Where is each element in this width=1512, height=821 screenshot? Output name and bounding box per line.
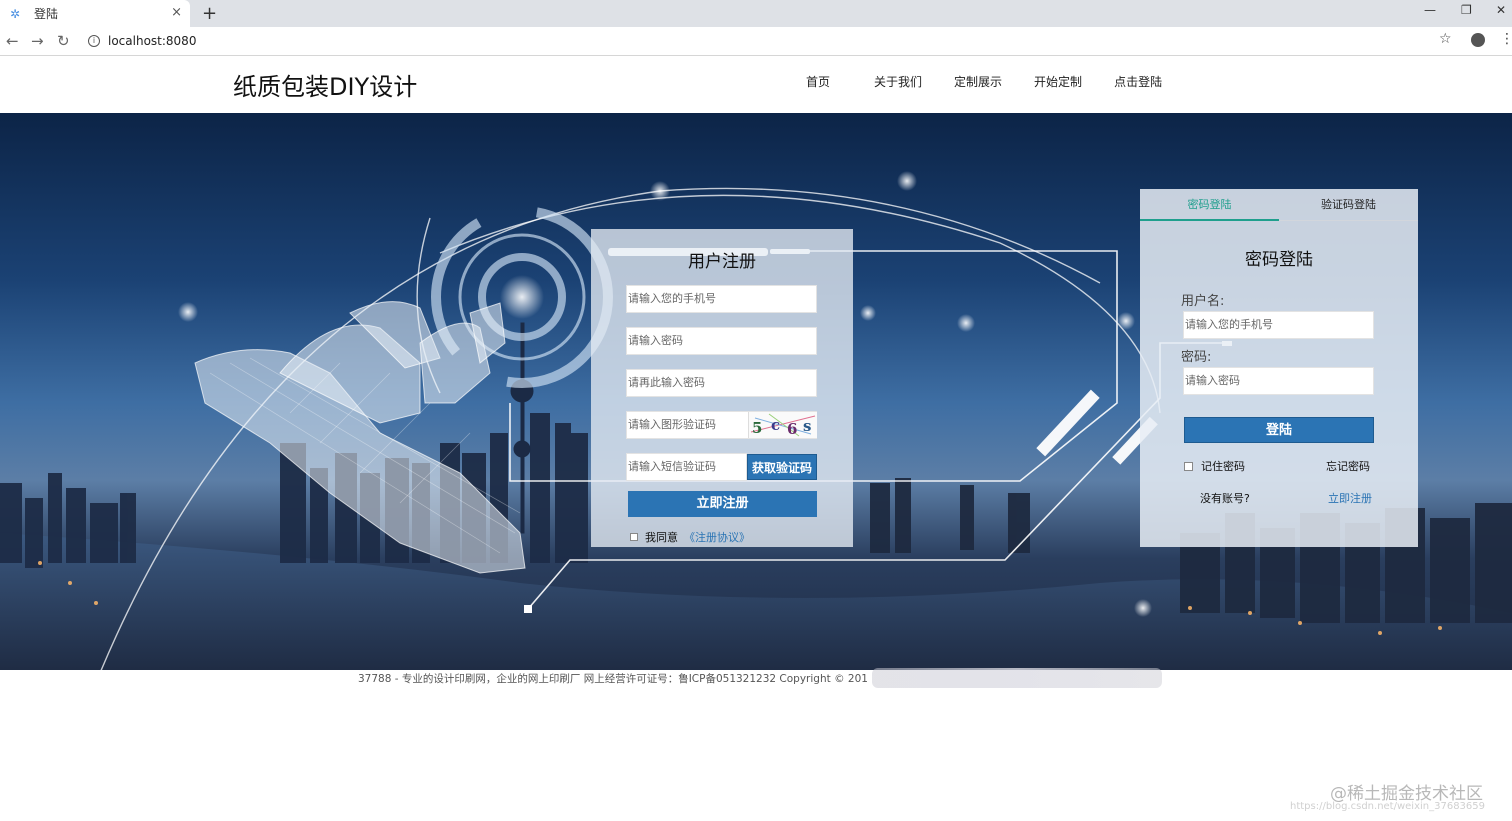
nav-customize[interactable]: 开始定制 xyxy=(1034,73,1082,90)
remember-label: 记住密码 xyxy=(1201,460,1245,473)
svg-text:5: 5 xyxy=(752,419,762,437)
register-phone-input[interactable]: 请输入您的手机号 xyxy=(626,285,817,313)
register-now-link[interactable]: 立即注册 xyxy=(1328,490,1372,506)
remember-checkbox[interactable] xyxy=(1184,461,1193,471)
address-bar: ← → ↻ i localhost:8080 ☆ ⋮ xyxy=(0,27,1512,56)
register-confirm-password-input[interactable]: 请再此输入密码 xyxy=(626,369,817,397)
register-password-input[interactable]: 请输入密码 xyxy=(626,327,817,355)
get-sms-code-button[interactable]: 获取验证码 xyxy=(747,454,817,480)
back-icon[interactable]: ← xyxy=(6,32,19,50)
login-tabs: 密码登陆 验证码登陆 xyxy=(1140,189,1418,221)
password-label: 密码: xyxy=(1181,350,1212,365)
browser-tabbar: ✲ 登陆 × + — ❐ ✕ xyxy=(0,0,1512,27)
nav-home[interactable]: 首页 xyxy=(806,73,830,90)
agree-checkbox[interactable] xyxy=(630,533,638,541)
bookmark-star-icon[interactable]: ☆ xyxy=(1439,31,1452,47)
username-label: 用户名: xyxy=(1181,294,1225,309)
menu-icon[interactable]: ⋮ xyxy=(1500,31,1512,47)
tab-title: 登陆 xyxy=(34,7,59,21)
close-tab-icon[interactable]: × xyxy=(171,5,182,20)
tab-sms-login[interactable]: 验证码登陆 xyxy=(1279,189,1418,221)
url-text: localhost:8080 xyxy=(108,34,197,48)
agreement-row: 我同意 《注册协议》 xyxy=(630,529,750,545)
register-panel: 用户注册 请输入您的手机号 请输入密码 请再此输入密码 请输入图形验证码 5 c… xyxy=(591,229,853,547)
no-account-text: 没有账号? xyxy=(1200,492,1250,505)
nav-about[interactable]: 关于我们 xyxy=(874,73,922,90)
svg-text:6: 6 xyxy=(787,420,797,438)
new-tab-icon[interactable]: + xyxy=(202,3,217,24)
main-nav: 首页 关于我们 定制展示 开始定制 点击登陆 xyxy=(806,73,1194,90)
login-title: 密码登陆 xyxy=(1245,250,1313,270)
nav-showcase[interactable]: 定制展示 xyxy=(954,73,1002,90)
nav-login[interactable]: 点击登陆 xyxy=(1114,73,1162,90)
reload-icon[interactable]: ↻ xyxy=(57,32,70,50)
register-submit-button[interactable]: 立即注册 xyxy=(628,491,817,517)
watermark-url: https://blog.csdn.net/weixin_37683659 xyxy=(1290,801,1486,812)
browser-tab[interactable]: ✲ 登陆 × xyxy=(0,0,190,27)
forgot-password-link[interactable]: 忘记密码 xyxy=(1326,458,1370,474)
forward-icon[interactable]: → xyxy=(31,32,44,50)
footer-redacted xyxy=(872,668,1162,688)
close-window-icon[interactable]: ✕ xyxy=(1496,3,1506,17)
footer-text: 37788 - 专业的设计印刷网，企业的网上印刷厂 网上经营许可证号：鲁ICP备… xyxy=(358,673,868,685)
remember-row: 记住密码 xyxy=(1184,458,1245,474)
password-input[interactable]: 请输入密码 xyxy=(1183,367,1374,395)
tab-password-login[interactable]: 密码登陆 xyxy=(1140,189,1279,221)
profile-icon[interactable] xyxy=(1471,33,1485,47)
agree-label: 我同意 xyxy=(645,531,678,544)
maximize-icon[interactable]: ❐ xyxy=(1461,3,1472,17)
info-icon[interactable]: i xyxy=(88,35,100,47)
site-logo[interactable]: 纸质包装DIY设计 xyxy=(233,67,417,102)
url-input[interactable]: i localhost:8080 xyxy=(82,30,1462,52)
login-panel: 密码登陆 验证码登陆 密码登陆 用户名: 请输入您的手机号 密码: 请输入密码 … xyxy=(1140,189,1418,547)
username-input[interactable]: 请输入您的手机号 xyxy=(1183,311,1374,339)
register-title: 用户注册 xyxy=(688,252,756,272)
minimize-icon[interactable]: — xyxy=(1424,3,1436,17)
captcha-image[interactable]: 5 c 6 s xyxy=(748,412,817,438)
sms-code-input[interactable]: 请输入短信验证码 xyxy=(626,453,747,481)
favicon-icon: ✲ xyxy=(10,6,21,21)
svg-text:c: c xyxy=(771,416,780,434)
agreement-link[interactable]: 《注册协议》 xyxy=(684,529,750,545)
svg-text:s: s xyxy=(803,417,811,435)
site-header: 纸质包装DIY设计 首页 关于我们 定制展示 开始定制 点击登陆 xyxy=(0,57,1512,113)
login-button[interactable]: 登陆 xyxy=(1184,417,1374,443)
